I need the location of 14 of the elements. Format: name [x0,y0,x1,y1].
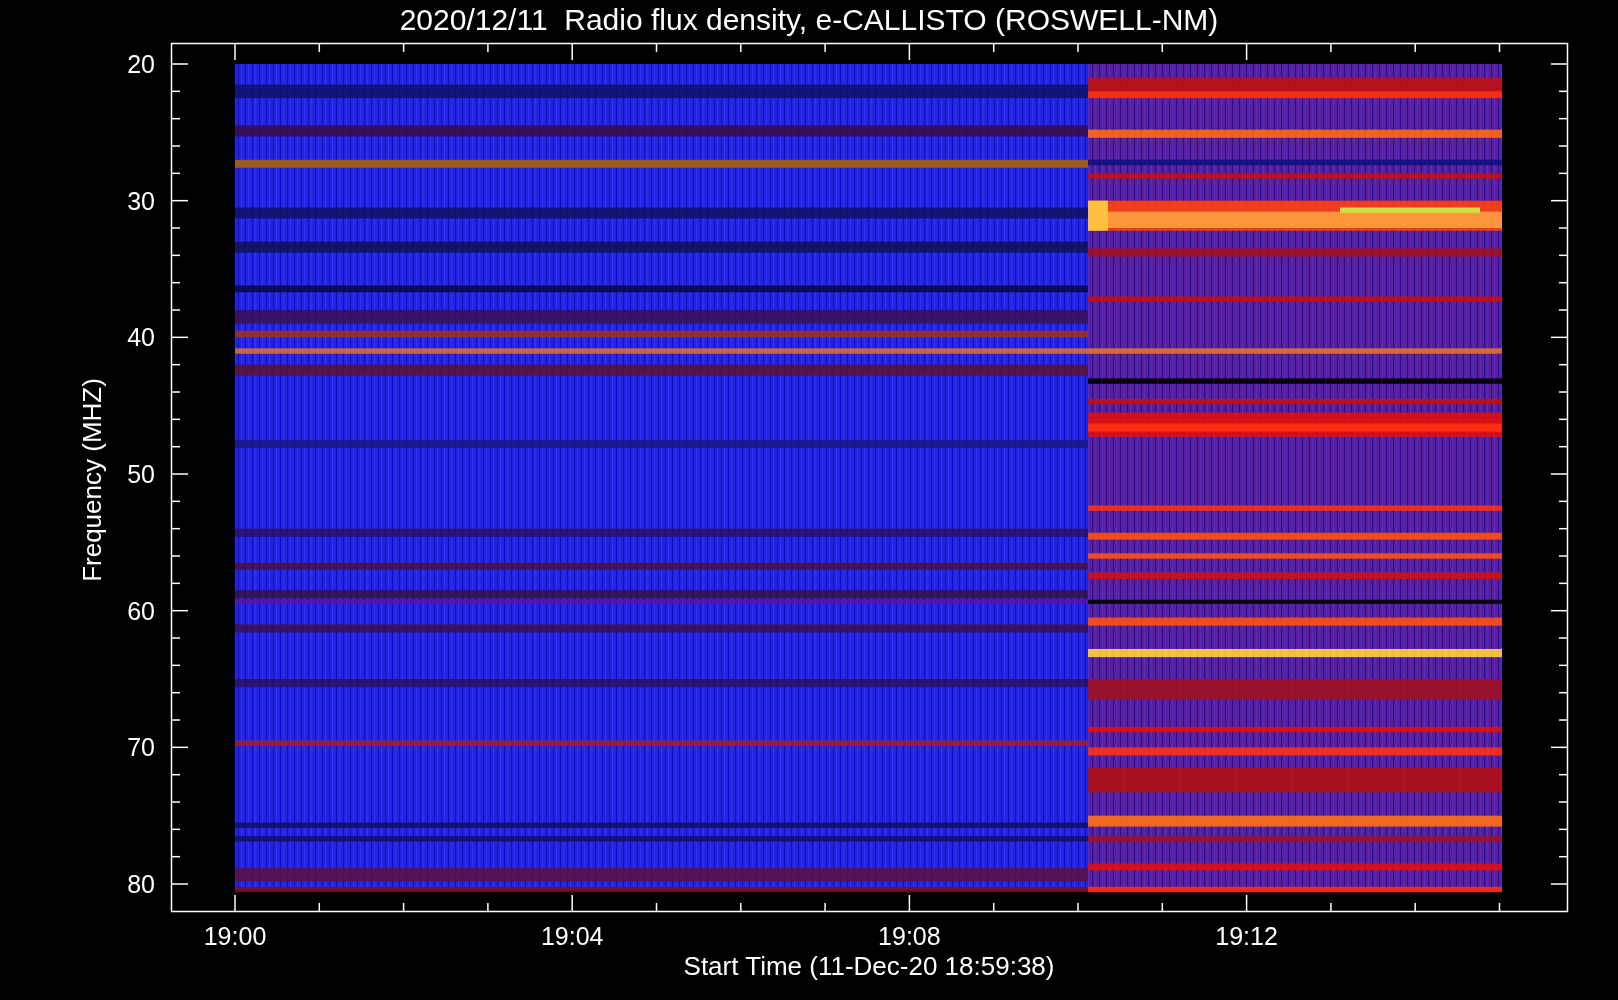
tick-label: 50 [127,460,155,488]
tick-label: 19:08 [878,922,941,950]
tick-label: 19:04 [540,922,604,950]
tick-label: 30 [127,186,155,215]
axis-title: Frequency (MHZ) [77,378,107,582]
tick-label: 19:00 [203,922,267,950]
tick-label: 70 [127,733,155,762]
tick-label: 19:12 [1215,922,1278,950]
axis-title: Start Time (11-Dec-20 18:59:38) [683,951,1055,981]
tick-label: 40 [127,323,155,352]
chart-title: 2020/12/11 Radio flux density, e-CALLISTO (ROSWELL-NM) [399,3,1219,36]
tick-label: 20 [127,50,155,78]
tick-label: 60 [127,596,155,625]
tick-label: 80 [127,870,155,898]
